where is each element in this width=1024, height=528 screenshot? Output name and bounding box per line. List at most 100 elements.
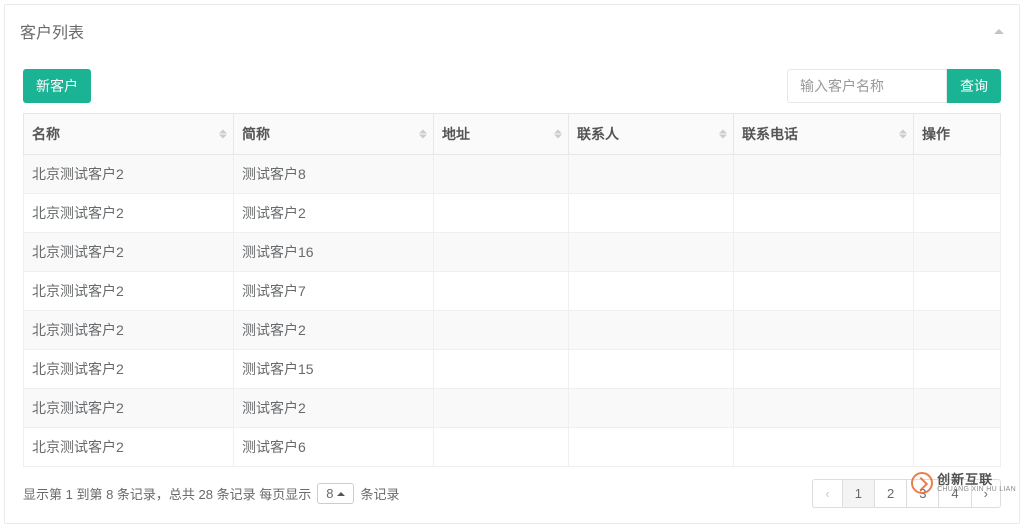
watermark-cn: 创新互联 xyxy=(937,473,1016,486)
cell-name: 北京测试客户2 xyxy=(24,350,234,389)
page-size-dropdown[interactable]: 8 xyxy=(317,483,354,504)
search-input[interactable] xyxy=(787,69,947,103)
page-prev[interactable]: ‹ xyxy=(812,479,842,508)
cell-short: 测试客户2 xyxy=(234,311,434,350)
panel-heading: 客户列表 xyxy=(5,5,1019,54)
cell-address xyxy=(434,389,569,428)
pagination-info: 显示第 1 到第 8 条记录，总共 28 条记录 每页显示 8 条记录 xyxy=(23,483,399,504)
table-row[interactable]: 北京测试客户2测试客户2 xyxy=(24,311,1001,350)
search-group: 查询 xyxy=(787,69,1001,103)
cell-short: 测试客户2 xyxy=(234,389,434,428)
watermark-logo-icon xyxy=(911,472,933,494)
sort-icon xyxy=(719,130,727,139)
cell-name: 北京测试客户2 xyxy=(24,233,234,272)
table-row[interactable]: 北京测试客户2测试客户2 xyxy=(24,389,1001,428)
table-footer: 显示第 1 到第 8 条记录，总共 28 条记录 每页显示 8 条记录 ‹123… xyxy=(23,479,1001,508)
table-row[interactable]: 北京测试客户2测试客户16 xyxy=(24,233,1001,272)
cell-address xyxy=(434,428,569,467)
pagination-info-prefix: 显示第 1 到第 8 条记录，总共 28 条记录 每页显示 xyxy=(23,484,311,503)
col-header-contact[interactable]: 联系人 xyxy=(569,114,734,155)
cell-name: 北京测试客户2 xyxy=(24,155,234,194)
cell-action xyxy=(914,311,1001,350)
cell-phone xyxy=(734,194,914,233)
pagination-info-suffix: 条记录 xyxy=(360,484,399,503)
col-header-action: 操作 xyxy=(914,114,1001,155)
cell-contact xyxy=(569,428,734,467)
customer-list-panel: 客户列表 新客户 查询 名称 简称 xyxy=(4,4,1020,524)
col-header-name[interactable]: 名称 xyxy=(24,114,234,155)
cell-action xyxy=(914,350,1001,389)
cell-name: 北京测试客户2 xyxy=(24,311,234,350)
page-size-value: 8 xyxy=(326,486,333,501)
page-1[interactable]: 1 xyxy=(842,479,875,508)
cell-contact xyxy=(569,272,734,311)
cell-name: 北京测试客户2 xyxy=(24,428,234,467)
watermark: 创新互联 CHUANG XIN HU LIAN xyxy=(911,472,1016,494)
cell-short: 测试客户8 xyxy=(234,155,434,194)
table-header-row: 名称 简称 地址 联系人 xyxy=(24,114,1001,155)
cell-action xyxy=(914,155,1001,194)
page-2[interactable]: 2 xyxy=(874,479,907,508)
table-row[interactable]: 北京测试客户2测试客户8 xyxy=(24,155,1001,194)
sort-icon xyxy=(554,130,562,139)
sort-icon xyxy=(419,130,427,139)
table-row[interactable]: 北京测试客户2测试客户7 xyxy=(24,272,1001,311)
col-header-short-label: 简称 xyxy=(242,126,270,142)
cell-contact xyxy=(569,194,734,233)
table-row[interactable]: 北京测试客户2测试客户2 xyxy=(24,194,1001,233)
cell-name: 北京测试客户2 xyxy=(24,272,234,311)
cell-phone xyxy=(734,350,914,389)
col-header-contact-label: 联系人 xyxy=(577,126,619,142)
table-row[interactable]: 北京测试客户2测试客户15 xyxy=(24,350,1001,389)
cell-address xyxy=(434,194,569,233)
cell-short: 测试客户2 xyxy=(234,194,434,233)
cell-short: 测试客户6 xyxy=(234,428,434,467)
col-header-name-label: 名称 xyxy=(32,126,60,142)
panel-title: 客户列表 xyxy=(20,19,84,43)
cell-address xyxy=(434,272,569,311)
table-row[interactable]: 北京测试客户2测试客户6 xyxy=(24,428,1001,467)
cell-phone xyxy=(734,389,914,428)
cell-action xyxy=(914,233,1001,272)
panel-body: 新客户 查询 名称 简称 地址 xyxy=(5,54,1019,523)
cell-address xyxy=(434,311,569,350)
col-header-short[interactable]: 简称 xyxy=(234,114,434,155)
watermark-en: CHUANG XIN HU LIAN xyxy=(937,486,1016,493)
col-header-address-label: 地址 xyxy=(442,126,470,142)
cell-contact xyxy=(569,350,734,389)
sort-icon xyxy=(219,130,227,139)
caret-up-icon xyxy=(337,492,345,496)
cell-address xyxy=(434,233,569,272)
cell-short: 测试客户7 xyxy=(234,272,434,311)
cell-action xyxy=(914,428,1001,467)
search-button[interactable]: 查询 xyxy=(947,69,1001,103)
cell-phone xyxy=(734,428,914,467)
col-header-action-label: 操作 xyxy=(922,126,950,142)
col-header-phone-label: 联系电话 xyxy=(742,126,798,142)
cell-short: 测试客户16 xyxy=(234,233,434,272)
cell-contact xyxy=(569,155,734,194)
new-customer-button[interactable]: 新客户 xyxy=(23,69,91,103)
cell-phone xyxy=(734,311,914,350)
cell-contact xyxy=(569,311,734,350)
cell-contact xyxy=(569,233,734,272)
cell-address xyxy=(434,350,569,389)
cell-action xyxy=(914,194,1001,233)
cell-address xyxy=(434,155,569,194)
cell-name: 北京测试客户2 xyxy=(24,194,234,233)
customer-table: 名称 简称 地址 联系人 xyxy=(23,113,1001,467)
watermark-text: 创新互联 CHUANG XIN HU LIAN xyxy=(937,473,1016,493)
col-header-address[interactable]: 地址 xyxy=(434,114,569,155)
cell-phone xyxy=(734,233,914,272)
col-header-phone[interactable]: 联系电话 xyxy=(734,114,914,155)
cell-action xyxy=(914,389,1001,428)
chevron-up-icon[interactable] xyxy=(994,29,1004,34)
cell-phone xyxy=(734,155,914,194)
sort-icon xyxy=(899,130,907,139)
cell-action xyxy=(914,272,1001,311)
cell-phone xyxy=(734,272,914,311)
toolbar: 新客户 查询 xyxy=(23,69,1001,103)
cell-name: 北京测试客户2 xyxy=(24,389,234,428)
cell-short: 测试客户15 xyxy=(234,350,434,389)
cell-contact xyxy=(569,389,734,428)
